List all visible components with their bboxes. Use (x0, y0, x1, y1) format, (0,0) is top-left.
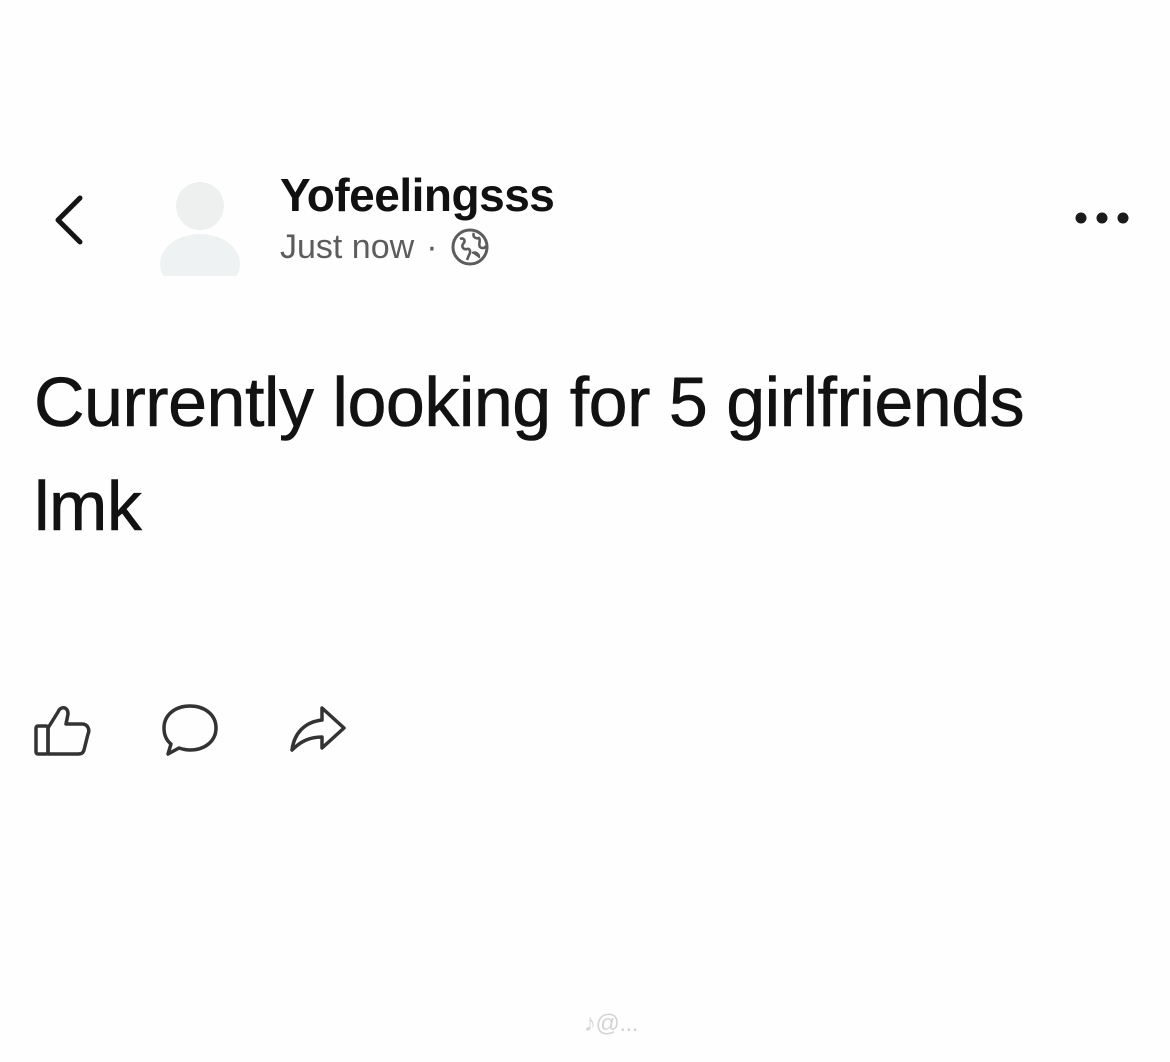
globe-icon (451, 228, 489, 266)
post-header: Yofeelingsss Just now · (280, 168, 555, 268)
share-button[interactable] (286, 700, 350, 760)
share-icon (290, 706, 346, 752)
meta-separator: · (426, 228, 438, 266)
thumbs-up-icon (34, 706, 91, 756)
more-horizontal-icon (1075, 212, 1129, 224)
comment-button[interactable] (158, 700, 222, 760)
more-options-button[interactable] (1066, 196, 1138, 240)
post-text: Currently looking for 5 girlfriends lmk (34, 363, 1025, 546)
post-timestamp: Just now (280, 228, 415, 266)
author-name[interactable]: Yofeelingsss (280, 168, 555, 222)
avatar[interactable] (158, 172, 242, 294)
back-button[interactable] (40, 188, 96, 252)
chevron-left-icon (55, 195, 83, 245)
post-meta: Just now · (280, 226, 554, 268)
watermark: ♪@... (584, 1010, 638, 1037)
comment-icon (162, 704, 218, 756)
like-button[interactable] (30, 700, 94, 760)
